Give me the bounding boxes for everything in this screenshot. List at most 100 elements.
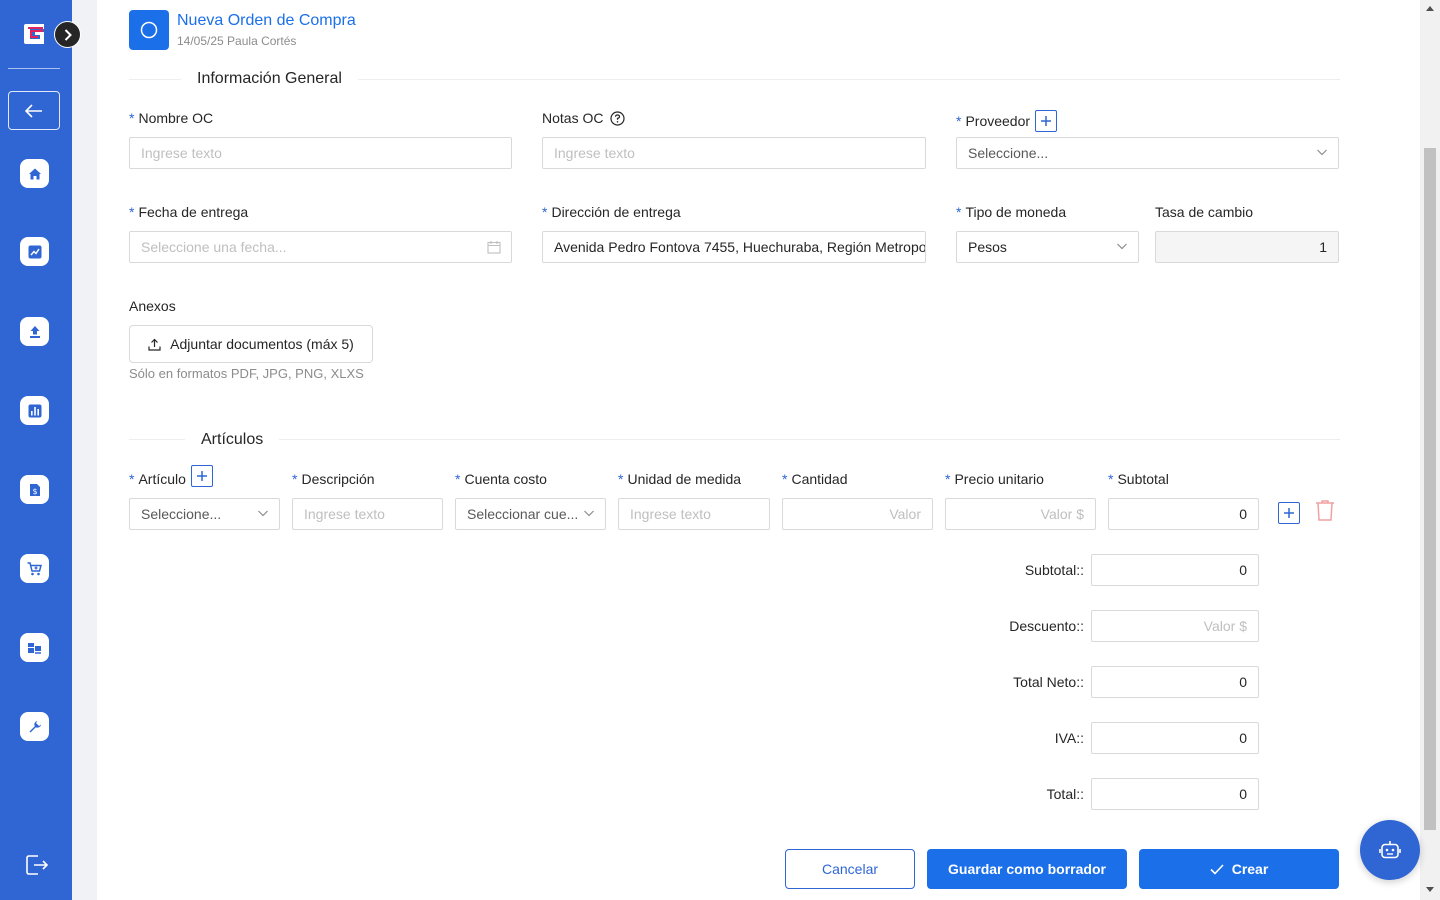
total-label: Total:: — [1046, 786, 1084, 802]
chevron-down-icon — [258, 510, 268, 517]
plus-icon — [1041, 116, 1052, 126]
logout-button[interactable] — [24, 852, 50, 878]
page-subtitle: 14/05/25 Paula Cortés — [177, 34, 297, 48]
descripcion-input[interactable]: Ingrese texto — [292, 498, 443, 530]
scroll-down-arrow[interactable] — [1426, 887, 1434, 892]
tasa-cambio-input: 1 — [1155, 231, 1339, 263]
plus-icon — [1284, 508, 1294, 518]
col-cantidad-label: * Cantidad — [782, 471, 848, 487]
anexos-hint: Sólo en formatos PDF, JPG, PNG, XLXS — [129, 366, 364, 381]
subtotal-total-input: 0 — [1091, 554, 1259, 586]
direccion-entrega-input[interactable]: Avenida Pedro Fontova 7455, Huechuraba, … — [542, 231, 926, 263]
chart-line-icon — [28, 245, 41, 258]
subtotal-row-input: 0 — [1108, 498, 1259, 530]
chevron-down-icon — [1317, 149, 1327, 156]
scrollbar[interactable] — [1420, 0, 1440, 900]
nombre-oc-label: * Nombre OC — [129, 110, 214, 126]
robot-icon — [1379, 841, 1401, 859]
cuenta-costo-select[interactable]: Seleccionar cue... — [455, 498, 606, 530]
logout-icon — [26, 855, 48, 875]
notas-oc-label: Notas OC — [542, 110, 626, 126]
inventory-icon — [28, 642, 41, 654]
proveedor-select[interactable]: Seleccione... — [956, 137, 1339, 169]
col-articulo-label: * Artículo — [129, 465, 213, 487]
calendar-icon — [487, 241, 501, 254]
anexos-label: Anexos — [129, 298, 176, 314]
save-draft-button[interactable]: Guardar como borrador — [927, 849, 1127, 889]
cancel-button[interactable]: Cancelar — [785, 849, 915, 889]
attach-documents-button[interactable]: Adjuntar documentos (máx 5) — [129, 325, 373, 363]
upload-icon — [29, 325, 40, 338]
scroll-up-arrow[interactable] — [1426, 6, 1434, 11]
tasa-cambio-label: Tasa de cambio — [1155, 204, 1254, 220]
total-neto-label: Total Neto:: — [1013, 674, 1084, 690]
section-divider — [129, 439, 1340, 440]
nav-inventory[interactable] — [20, 633, 49, 662]
articulo-select[interactable]: Seleccione... — [129, 498, 280, 530]
precio-unitario-input[interactable]: Valor $ — [945, 498, 1096, 530]
nav-analytics[interactable] — [20, 237, 49, 266]
col-cuenta-costo-label: * Cuenta costo — [455, 471, 547, 487]
cantidad-input[interactable]: Valor — [782, 498, 933, 530]
page-title: Nueva Orden de Compra — [177, 12, 356, 29]
notas-oc-input[interactable]: Ingrese texto — [542, 137, 926, 169]
back-button[interactable] — [8, 91, 60, 130]
page-header: Nueva Orden de Compra 14/05/25 Paula Cor… — [129, 10, 356, 50]
section-title-general: Información General — [181, 70, 358, 88]
delete-row-button[interactable] — [1314, 499, 1336, 524]
chevron-right-icon — [64, 28, 72, 41]
total-neto-input: 0 — [1091, 666, 1259, 698]
nav-invoices[interactable]: $ — [20, 475, 49, 504]
check-icon — [1210, 863, 1224, 875]
brand-logo[interactable] — [20, 20, 48, 48]
total-input: 0 — [1091, 778, 1259, 810]
fecha-entrega-picker[interactable]: Seleccione una fecha... — [129, 231, 512, 263]
plus-icon — [196, 471, 207, 481]
invoice-icon: $ — [29, 483, 40, 496]
scroll-thumb[interactable] — [1424, 148, 1436, 830]
trash-icon — [1316, 500, 1334, 521]
assistant-button[interactable] — [1360, 820, 1420, 880]
add-proveedor-button[interactable] — [1035, 110, 1058, 132]
sidebar-toggle-button[interactable] — [54, 21, 81, 48]
nav-home[interactable] — [20, 159, 49, 188]
cart-icon — [27, 561, 42, 575]
tipo-moneda-select[interactable]: Pesos — [956, 231, 1139, 263]
nombre-oc-input[interactable]: Ingrese texto — [129, 137, 512, 169]
nav-cart[interactable] — [20, 554, 49, 583]
chevron-down-icon — [1117, 243, 1127, 250]
main-panel: Nueva Orden de Compra 14/05/25 Paula Cor… — [97, 0, 1420, 900]
section-title-articulos: Artículos — [185, 431, 280, 449]
home-icon — [28, 168, 41, 179]
upload-icon — [148, 338, 161, 351]
unidad-medida-input[interactable]: Ingrese texto — [618, 498, 770, 530]
col-descripcion-label: * Descripción — [292, 471, 375, 487]
add-articulo-button[interactable] — [190, 465, 213, 487]
nav-settings[interactable] — [20, 712, 49, 741]
bar-chart-icon — [28, 404, 41, 417]
fecha-entrega-label: * Fecha de entrega — [129, 204, 249, 220]
proveedor-label: * Proveedor — [956, 110, 1058, 132]
sidebar: $ — [0, 0, 72, 900]
sidebar-divider — [8, 68, 60, 69]
chevron-down-icon — [584, 510, 594, 517]
create-button[interactable]: Crear — [1139, 849, 1339, 889]
help-icon[interactable] — [610, 110, 626, 126]
wrench-icon — [29, 720, 41, 732]
add-row-button[interactable] — [1278, 502, 1300, 524]
tipo-moneda-label: * Tipo de moneda — [956, 204, 1067, 220]
nav-reports[interactable] — [20, 396, 49, 425]
order-status-icon — [129, 10, 169, 50]
col-unidad-label: * Unidad de medida — [618, 471, 742, 487]
col-precio-label: * Precio unitario — [945, 471, 1044, 487]
descuento-label: Descuento:: — [1009, 618, 1084, 634]
iva-input: 0 — [1091, 722, 1259, 754]
iva-label: IVA:: — [1054, 730, 1084, 746]
col-subtotal-label: * Subtotal — [1108, 471, 1169, 487]
svg-text:$: $ — [32, 487, 37, 496]
arrow-left-icon — [25, 103, 42, 118]
descuento-input[interactable]: Valor $ — [1091, 610, 1259, 642]
subtotal-label: Subtotal:: — [1024, 562, 1084, 578]
direccion-entrega-label: * Dirección de entrega — [542, 204, 681, 220]
nav-upload[interactable] — [20, 317, 49, 346]
